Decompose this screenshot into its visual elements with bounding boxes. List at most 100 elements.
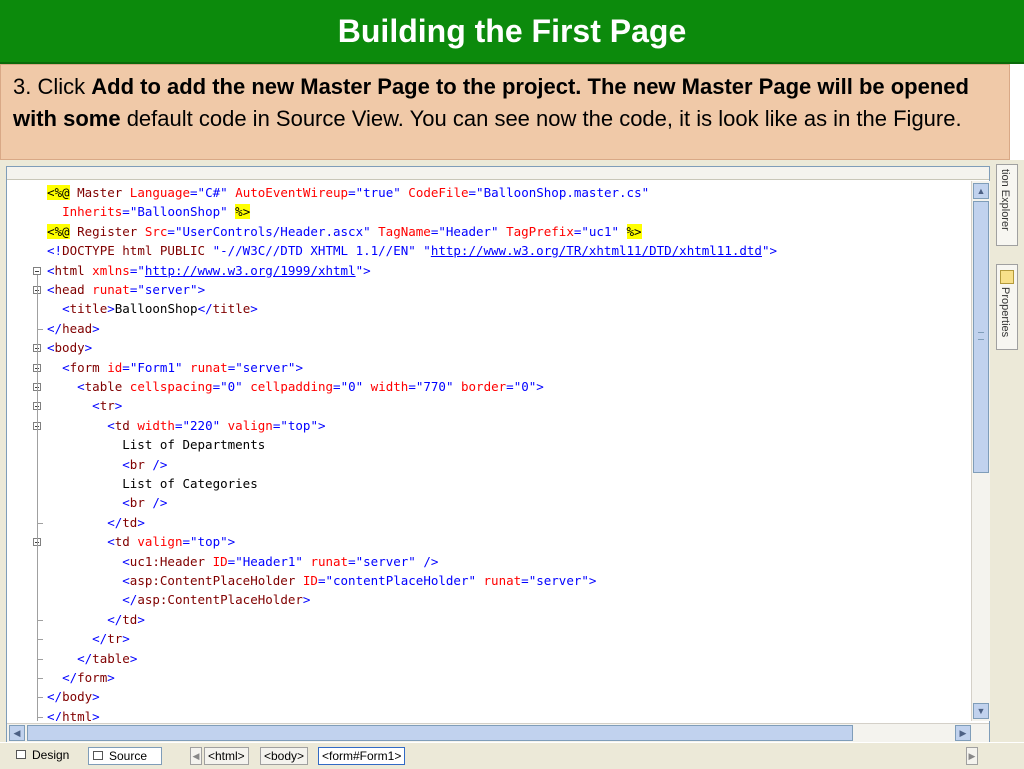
source-label: Source [109, 749, 148, 763]
vertical-scrollbar[interactable]: ▲ ▼ [971, 181, 990, 721]
code-token: </ [47, 320, 63, 336]
code-token: tr [107, 631, 123, 647]
code-token: asp:ContentPlaceHolder [129, 573, 303, 588]
code-token: width [137, 417, 175, 433]
code-token: asp:ContentPlaceHolder [137, 592, 303, 608]
code-token: < [107, 534, 115, 550]
code-token: "true" [355, 185, 409, 200]
code-line: </body> [47, 687, 100, 706]
code-token: tr [99, 398, 115, 414]
code-token: < [62, 359, 70, 375]
code-token: = [182, 534, 191, 550]
code-token: "Form1" [129, 359, 191, 375]
breadcrumb-html[interactable]: <html> [204, 747, 249, 765]
code-token: border [461, 379, 507, 394]
ide-window: <%@ Master Language="C#" AutoEventWireup… [0, 160, 1024, 769]
vertical-scroll-thumb[interactable] [973, 201, 989, 473]
design-label: Design [32, 748, 70, 762]
code-token: br [129, 495, 153, 511]
horizontal-scrollbar[interactable]: ◀ ▶ [7, 723, 989, 742]
instruction-box: 3. Click Add to add the new Master Page … [0, 64, 1010, 160]
code-token: http://www.w3.org/1999/xhtml [144, 262, 356, 278]
code-token: title [69, 301, 108, 317]
code-token: " [137, 262, 145, 278]
code-token: </ [47, 689, 63, 705]
code-token: < [122, 573, 130, 588]
collapse-icon[interactable] [33, 266, 41, 275]
code-token: </ [62, 670, 78, 685]
code-token: </ [92, 631, 108, 647]
code-token: = [167, 223, 175, 239]
solution-explorer-tab[interactable]: tion Explorer [996, 164, 1018, 246]
code-line: <!DOCTYPE html PUBLIC "-//W3C//DTD XHTML… [47, 241, 777, 260]
code-token: < [122, 456, 130, 472]
code-token: "C#" [197, 185, 236, 200]
code-token: = [348, 185, 356, 200]
instruction-prefix: 3. Click [13, 74, 92, 99]
code-line: <uc1:Header ID="Header1" runat="server" … [47, 552, 438, 571]
code-area[interactable]: <%@ Master Language="C#" AutoEventWireup… [7, 181, 969, 721]
code-token: table [92, 650, 130, 666]
code-token: </ [107, 514, 123, 530]
code-line: <form id="Form1" runat="server"> [47, 358, 303, 377]
code-token: form [69, 359, 108, 375]
code-line: <body> [47, 338, 92, 357]
code-token: > [122, 631, 130, 647]
code-token: = [122, 204, 130, 220]
breadcrumb-right-arrow-icon[interactable]: ▶ [966, 747, 978, 765]
code-token: < [92, 398, 100, 414]
code-token: > [295, 359, 303, 375]
code-line: <table cellspacing="0" cellpadding="0" w… [47, 377, 544, 396]
code-token: < [62, 301, 70, 317]
breadcrumb-body[interactable]: <body> [260, 747, 309, 765]
code-token: > [107, 301, 115, 317]
code-token: %> [235, 204, 251, 220]
code-line: </td> [47, 610, 145, 629]
code-token: > [92, 689, 100, 705]
breadcrumb-form[interactable]: <form#Form1> [318, 747, 406, 765]
scroll-right-arrow-icon[interactable]: ▶ [955, 725, 971, 741]
code-token: = [408, 379, 416, 394]
code-token: "server" [137, 282, 198, 297]
instruction-suffix: default code in Source View. You can see… [120, 106, 962, 131]
code-token: cellspacing [129, 379, 213, 394]
scroll-left-arrow-icon[interactable]: ◀ [9, 725, 25, 741]
code-token: > [250, 301, 258, 317]
code-token: > [92, 320, 100, 336]
scroll-down-arrow-icon[interactable]: ▼ [973, 703, 989, 719]
code-token: = [506, 379, 514, 394]
code-token: > [363, 262, 371, 278]
breadcrumb-left-arrow-icon[interactable]: ◀ [190, 747, 202, 765]
code-line: <tr> [47, 396, 122, 415]
code-token: /> [152, 495, 168, 511]
code-line: <%@ Master Language="C#" AutoEventWireup… [47, 183, 649, 202]
code-token: "BalloonShop.master.cs" [476, 185, 650, 200]
code-token: > [137, 611, 145, 627]
source-view-button[interactable]: Source [88, 747, 162, 765]
scroll-up-arrow-icon[interactable]: ▲ [973, 183, 989, 199]
code-token: Master [69, 185, 130, 200]
code-token: form [77, 670, 108, 685]
code-token: width [370, 379, 409, 394]
code-token: "uc1" [581, 223, 627, 239]
code-token: = [521, 573, 529, 588]
code-token: td [122, 611, 138, 627]
code-token: "server" [355, 553, 424, 569]
code-token: uc1:Header [129, 553, 213, 569]
design-view-button[interactable]: Design [12, 747, 78, 765]
code-token: "Header1" [235, 553, 311, 569]
source-editor[interactable]: <%@ Master Language="C#" AutoEventWireup… [6, 166, 990, 742]
code-token: < [122, 553, 130, 569]
code-token: <%@ [47, 223, 70, 239]
horizontal-scroll-thumb[interactable] [27, 725, 853, 741]
code-token: < [47, 340, 55, 356]
